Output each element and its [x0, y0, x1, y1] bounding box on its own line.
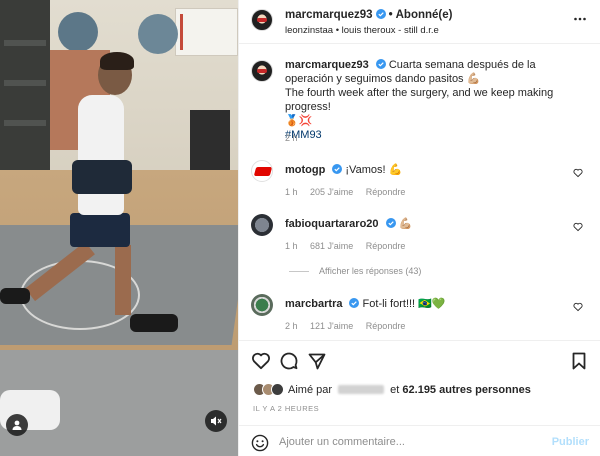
emoji-icon[interactable] — [251, 434, 269, 452]
heart-icon[interactable] — [251, 351, 271, 371]
likes-count[interactable]: 62.195 autres personnes — [402, 384, 530, 396]
comments-list[interactable]: marcmarquez93 Cuarta semana después de l… — [239, 45, 600, 340]
author-avatar[interactable] — [251, 60, 273, 82]
publish-button[interactable]: Publier — [552, 436, 589, 448]
sound-muted-icon[interactable] — [205, 410, 227, 432]
post-header: marcmarquez93 • Abonné(e) leonzinstaa • lo… — [239, 0, 600, 44]
heart-icon[interactable] — [573, 302, 583, 312]
author-avatar[interactable] — [251, 9, 273, 31]
person-torso — [78, 95, 124, 215]
follow-status[interactable]: Abonné(e) — [396, 9, 453, 21]
comment-time[interactable]: 1 h — [285, 241, 298, 251]
comment-composer: Publier — [239, 425, 600, 456]
post-panel: marcmarquez93 • Abonné(e) leonzinstaa • lo… — [238, 0, 600, 456]
liker-avatar — [271, 383, 284, 396]
arm-sling — [72, 160, 132, 194]
commenter-avatar[interactable] — [251, 294, 273, 316]
caption-text-en: The fourth week after the surgery, and w… — [285, 87, 554, 113]
reply-button[interactable]: Répondre — [366, 241, 406, 251]
comment-time[interactable]: 2 h — [285, 321, 298, 331]
commenter-username[interactable]: motogp — [285, 164, 325, 176]
more-horizontal-icon[interactable] — [573, 12, 587, 26]
comment-time[interactable]: 1 h — [285, 187, 298, 197]
caption-time[interactable]: 2 h — [285, 133, 298, 143]
audio-attribution[interactable]: leonzinstaa • louis theroux - still d.r.… — [285, 25, 439, 36]
tagged-user-icon[interactable] — [6, 414, 28, 436]
post-video[interactable] — [0, 0, 238, 456]
likes-summary: Aimé par et 62.195 autres personnes — [253, 383, 531, 396]
heart-icon[interactable] — [573, 168, 583, 178]
person-shoe — [0, 288, 30, 304]
liker-name-blurred[interactable] — [338, 384, 385, 394]
comment-text: Fot-li fort!!! 🇧🇷💚 — [362, 298, 446, 310]
bookmark-icon[interactable] — [569, 351, 589, 371]
comment-icon[interactable] — [279, 351, 299, 371]
person-leg — [115, 245, 131, 315]
person-shoe — [130, 314, 178, 332]
shelf — [0, 0, 50, 180]
reply-button[interactable]: Répondre — [366, 321, 406, 331]
comment-likes[interactable]: 121 J'aime — [310, 321, 353, 331]
post-actions: Aimé par et 62.195 autres personnes IL Y… — [239, 340, 600, 414]
verified-badge-icon — [375, 59, 386, 69]
share-icon[interactable] — [307, 351, 327, 371]
commenter-username[interactable]: marcbartra — [285, 298, 342, 310]
likes-prefix: Aimé par — [288, 383, 333, 396]
comment-text: ¡Vamos! 💪 — [345, 164, 403, 176]
show-replies-toggle[interactable]: Afficher les réponses (43) — [289, 266, 421, 276]
verified-badge-icon — [375, 9, 386, 19]
verified-badge-icon — [385, 218, 396, 228]
separator-dot: • — [388, 9, 393, 21]
exercise-ball — [138, 14, 178, 54]
commenter-avatar[interactable] — [251, 160, 273, 182]
person-shorts — [70, 213, 130, 247]
commenter-username[interactable]: fabioquartararo20 — [285, 218, 379, 230]
comment-likes[interactable]: 681 J'aime — [310, 241, 353, 251]
heart-icon[interactable] — [573, 222, 583, 232]
author-username[interactable]: marcmarquez93 — [285, 9, 373, 21]
verified-badge-icon — [349, 298, 360, 308]
comment-text: 💪🏼 — [398, 218, 413, 230]
verified-badge-icon — [332, 164, 343, 174]
commenter-avatar[interactable] — [251, 214, 273, 236]
exercise-ball — [58, 12, 98, 52]
show-replies-label: Afficher les réponses (43) — [319, 266, 422, 276]
caption-emojis: 🥉💢 — [285, 115, 313, 127]
whiteboard — [175, 8, 238, 56]
reply-button[interactable]: Répondre — [366, 187, 406, 197]
caption-username[interactable]: marcmarquez93 — [285, 59, 369, 71]
comment-input[interactable] — [279, 432, 529, 452]
comment-likes[interactable]: 205 J'aime — [310, 187, 353, 197]
replies-divider — [289, 270, 309, 272]
person-hair — [100, 52, 134, 70]
likes-and: et — [390, 383, 400, 396]
post-timestamp[interactable]: IL Y A 2 HEURES — [253, 404, 319, 413]
